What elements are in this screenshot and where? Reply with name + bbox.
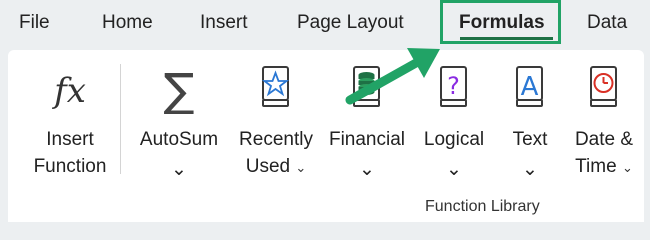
recently-used-label-line1: Recently <box>239 129 313 150</box>
ribbon-tab-bar: File Home Insert Page Layout Formulas Da… <box>0 0 650 50</box>
insert-function-label-line2: Function <box>33 156 107 177</box>
chevron-down-icon[interactable]: ⌄ <box>498 156 562 183</box>
svg-text:?: ? <box>447 72 460 100</box>
sigma-icon: ∑ <box>164 64 195 114</box>
text-button[interactable]: A Text ⌄ <box>498 64 562 214</box>
ribbon-panel: fx Insert Function ∑ AutoSum ⌄ Recently … <box>8 50 644 222</box>
chevron-down-icon[interactable]: ⌄ <box>324 156 410 183</box>
svg-text:A: A <box>521 72 539 102</box>
financial-button[interactable]: Financial ⌄ <box>324 64 410 214</box>
chevron-down-icon[interactable]: ⌄ <box>295 160 306 175</box>
logical-label: Logical <box>423 129 485 150</box>
ribbon-separator <box>120 64 121 174</box>
tab-file[interactable]: File <box>19 12 50 34</box>
function-library-group-label: Function Library <box>425 198 540 215</box>
recently-used-label-text: Used <box>245 156 291 177</box>
function-icon: fx <box>51 71 86 111</box>
formulas-tab-highlight <box>440 0 561 44</box>
chevron-down-icon[interactable]: ⌄ <box>132 156 226 183</box>
insert-function-button[interactable]: fx Insert Function <box>24 64 116 214</box>
question-book-icon: ? <box>440 66 467 107</box>
chevron-down-icon[interactable]: ⌄ <box>416 156 492 183</box>
tab-data[interactable]: Data <box>587 12 627 34</box>
date-time-button[interactable]: Date & Time ⌄ <box>568 64 640 214</box>
date-time-label-text: Time <box>575 156 617 177</box>
tab-insert[interactable]: Insert <box>200 12 248 34</box>
date-time-label-line1: Date & <box>574 129 634 150</box>
recently-used-button[interactable]: Recently Used ⌄ <box>234 64 318 214</box>
tab-home[interactable]: Home <box>102 12 153 34</box>
insert-function-label-line1: Insert <box>46 129 94 150</box>
svg-text:∑: ∑ <box>164 64 195 114</box>
letter-a-book-icon: A <box>516 66 543 107</box>
date-time-label-line2: Time ⌄ <box>568 153 640 181</box>
autosum-label: AutoSum <box>139 129 219 150</box>
star-book-icon <box>261 66 290 107</box>
tab-page-layout[interactable]: Page Layout <box>297 12 404 34</box>
logical-button[interactable]: ? Logical ⌄ <box>416 64 492 214</box>
recently-used-label-line2: Used ⌄ <box>234 153 318 181</box>
svg-text:fx: fx <box>51 71 86 111</box>
financial-label: Financial <box>328 129 406 150</box>
clock-book-icon <box>590 66 617 107</box>
text-label: Text <box>512 129 548 150</box>
autosum-button[interactable]: ∑ AutoSum ⌄ <box>132 64 226 214</box>
chevron-down-icon[interactable]: ⌄ <box>622 160 633 175</box>
coins-book-icon <box>353 66 380 107</box>
